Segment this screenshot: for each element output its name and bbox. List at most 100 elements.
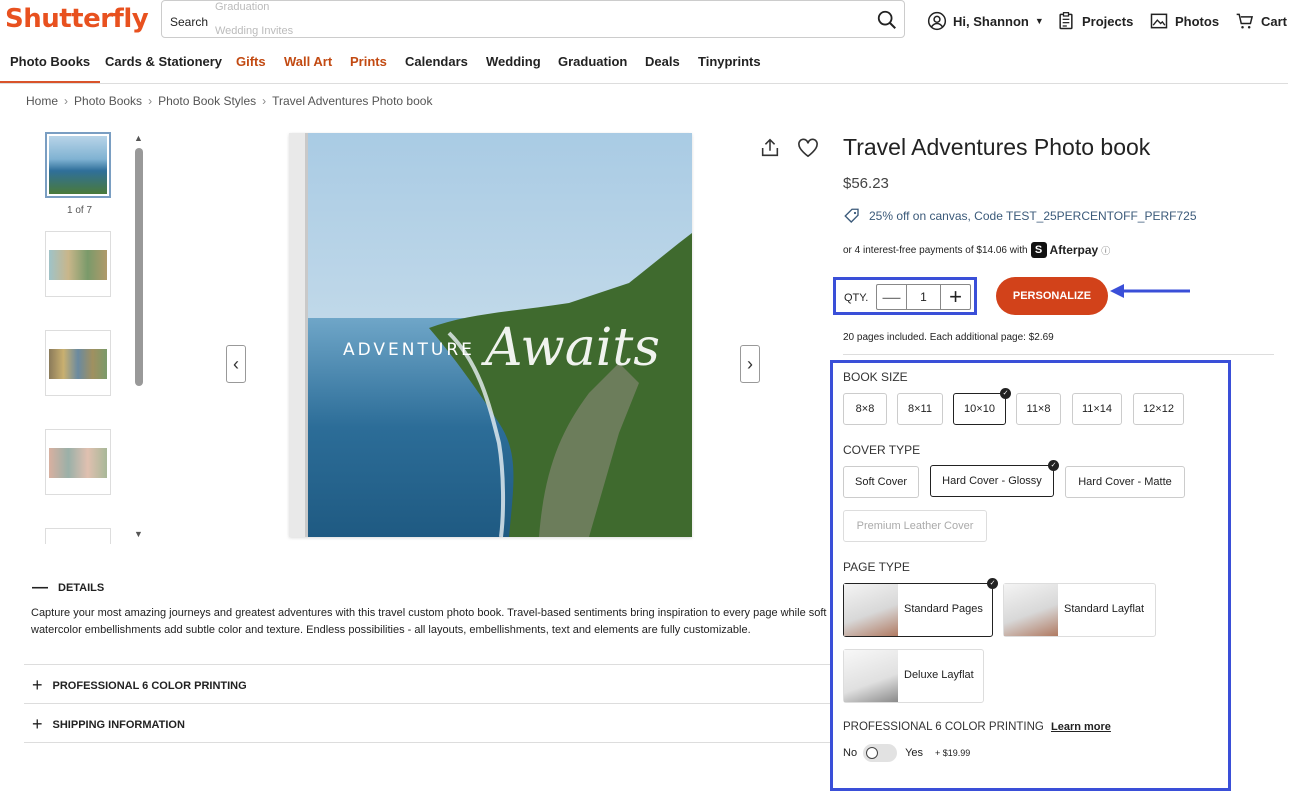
size-option-8x11[interactable]: 8×11 (897, 393, 943, 425)
toggle-no-label: No (843, 747, 858, 759)
size-option-11x14[interactable]: 11×14 (1072, 393, 1122, 425)
clipboard-icon (1059, 12, 1073, 30)
product-main-image: ADVENTURE Awaits (289, 133, 692, 537)
breadcrumb-home[interactable]: Home (26, 94, 58, 108)
breadcrumb-separator: › (64, 94, 69, 108)
printing-toggle-row: No Yes + $19.99 (843, 744, 970, 762)
printing-toggle[interactable] (863, 744, 898, 762)
quantity-highlight-box: QTY. — 1 + (833, 277, 977, 315)
size-option-11x8[interactable]: 11×8 (1016, 393, 1061, 425)
nav-gifts[interactable]: Gifts (236, 54, 266, 69)
nav-deals[interactable]: Deals (645, 54, 680, 69)
promo-banner: 25% off on canvas, Code TEST_25PERCENTOF… (843, 207, 1197, 225)
deluxe-layflat-image (844, 650, 898, 702)
page-option-standard-layflat[interactable]: Standard Layflat (1003, 583, 1156, 637)
breadcrumb-photo-books[interactable]: Photo Books (74, 94, 142, 108)
shipping-accordion-header[interactable]: + SHIPPING INFORMATION (32, 714, 185, 735)
learn-more-link[interactable]: Learn more (1051, 721, 1111, 733)
cover-option-soft[interactable]: Soft Cover (843, 466, 919, 498)
divider (24, 703, 830, 704)
standard-pages-image (844, 584, 898, 636)
shipping-accordion-label: SHIPPING INFORMATION (52, 718, 185, 731)
size-option-10x10[interactable]: 10×10 ✓ (953, 388, 1011, 425)
search-input[interactable]: Search Graduation Wedding Invites (161, 0, 905, 38)
breadcrumb-photo-book-styles[interactable]: Photo Book Styles (158, 94, 256, 108)
thumbnail-scrollbar[interactable] (135, 148, 143, 386)
photos-link[interactable]: Photos (1149, 11, 1219, 31)
cart-link[interactable]: Cart (1235, 11, 1287, 31)
account-menu[interactable]: Hi, Shannon ▼ (927, 11, 1044, 31)
heart-icon[interactable] (797, 138, 819, 158)
check-icon: ✓ (987, 578, 998, 589)
quantity-stepper: — 1 + (876, 284, 971, 310)
printing-accordion-header[interactable]: + PROFESSIONAL 6 COLOR PRINTING (32, 675, 247, 696)
qty-value[interactable]: 1 (907, 290, 940, 304)
check-icon: ✓ (1000, 388, 1011, 399)
page-type-name: Standard Layflat (1064, 603, 1145, 615)
scroll-down-icon[interactable]: ▼ (134, 529, 143, 539)
chevron-right-icon: › (747, 353, 753, 374)
thumbnail-5[interactable] (45, 528, 111, 544)
nav-wall-art[interactable]: Wall Art (284, 54, 332, 69)
printing-label: PROFESSIONAL 6 COLOR PRINTING (843, 721, 1044, 733)
size-label: 8×11 (908, 403, 932, 415)
chevron-down-icon: ▼ (1034, 16, 1044, 26)
size-label: 11×8 (1026, 403, 1051, 415)
page-type-name: Deluxe Layflat (904, 669, 974, 681)
qty-increase-button[interactable]: + (940, 284, 970, 309)
search-label: Search (170, 15, 209, 29)
chevron-left-icon: ‹ (233, 353, 239, 374)
size-label: 11×14 (1081, 403, 1113, 415)
nav-graduation[interactable]: Graduation (558, 54, 627, 69)
minus-icon: — (32, 579, 48, 596)
info-icon[interactable]: ⓘ (1101, 244, 1110, 257)
thumbnail-3[interactable] (45, 330, 111, 396)
tag-icon (844, 208, 859, 223)
user-icon (927, 11, 947, 31)
nav-photo-books[interactable]: Photo Books (0, 54, 101, 83)
nav-wedding[interactable]: Wedding (486, 54, 541, 69)
shutterfly-logo[interactable]: Shutterfly (5, 4, 149, 34)
divider (843, 354, 1274, 355)
page-option-deluxe-layflat[interactable]: Deluxe Layflat (843, 649, 984, 703)
nav-prints[interactable]: Prints (350, 54, 387, 69)
nav-calendars[interactable]: Calendars (405, 54, 468, 69)
thumbnail-4[interactable] (45, 429, 111, 495)
cover-option-hard-matte[interactable]: Hard Cover - Matte (1065, 466, 1185, 498)
nav-tinyprints[interactable]: Tinyprints (698, 54, 761, 69)
thumbnail-1[interactable] (45, 132, 111, 198)
details-description: Capture your most amazing journeys and g… (31, 607, 827, 636)
scroll-up-icon[interactable]: ▲ (134, 133, 143, 143)
toggle-yes-label: Yes (905, 747, 924, 759)
cover-option-hard-glossy[interactable]: Hard Cover - Glossy ✓ (930, 460, 1059, 497)
breadcrumb-separator: › (148, 94, 153, 108)
product-title: Travel Adventures Photo book (843, 134, 1151, 160)
thumbnail-2[interactable] (45, 231, 111, 297)
cover-label: Premium Leather Cover (856, 520, 974, 532)
qty-label: QTY. (844, 292, 869, 304)
size-option-8x8[interactable]: 8×8 (843, 393, 887, 425)
size-option-12x12[interactable]: 12×12 (1133, 393, 1184, 425)
pages-note: 20 pages included. Each additional page:… (843, 332, 1054, 343)
size-label: 12×12 (1143, 403, 1174, 415)
addon-price: + $19.99 (935, 748, 971, 758)
nav-cards-stationery[interactable]: Cards & Stationery (105, 54, 222, 69)
projects-link[interactable]: Projects (1056, 11, 1133, 31)
arrow-left-icon (1110, 284, 1190, 298)
page-option-standard[interactable]: Standard Pages ✓ (843, 578, 998, 637)
share-icon[interactable] (759, 137, 781, 159)
personalize-button[interactable]: PERSONALIZE (996, 277, 1108, 315)
page-type-name: Standard Pages (904, 603, 983, 615)
cover-option-leather: Premium Leather Cover (843, 510, 987, 542)
product-price: $56.23 (843, 175, 889, 192)
carousel-prev-button[interactable]: ‹ (226, 345, 246, 383)
search-icon[interactable] (876, 9, 898, 31)
carousel-next-button[interactable]: › (740, 345, 760, 383)
divider (24, 664, 830, 665)
search-placeholder-rotating: Graduation (215, 1, 270, 13)
cart-label: Cart (1261, 13, 1288, 29)
size-label: 8×8 (855, 403, 875, 415)
details-accordion-header[interactable]: — DETAILS (32, 579, 104, 597)
qty-decrease-button[interactable]: — (877, 285, 907, 309)
afterpay-logo-icon: S (1030, 242, 1047, 258)
